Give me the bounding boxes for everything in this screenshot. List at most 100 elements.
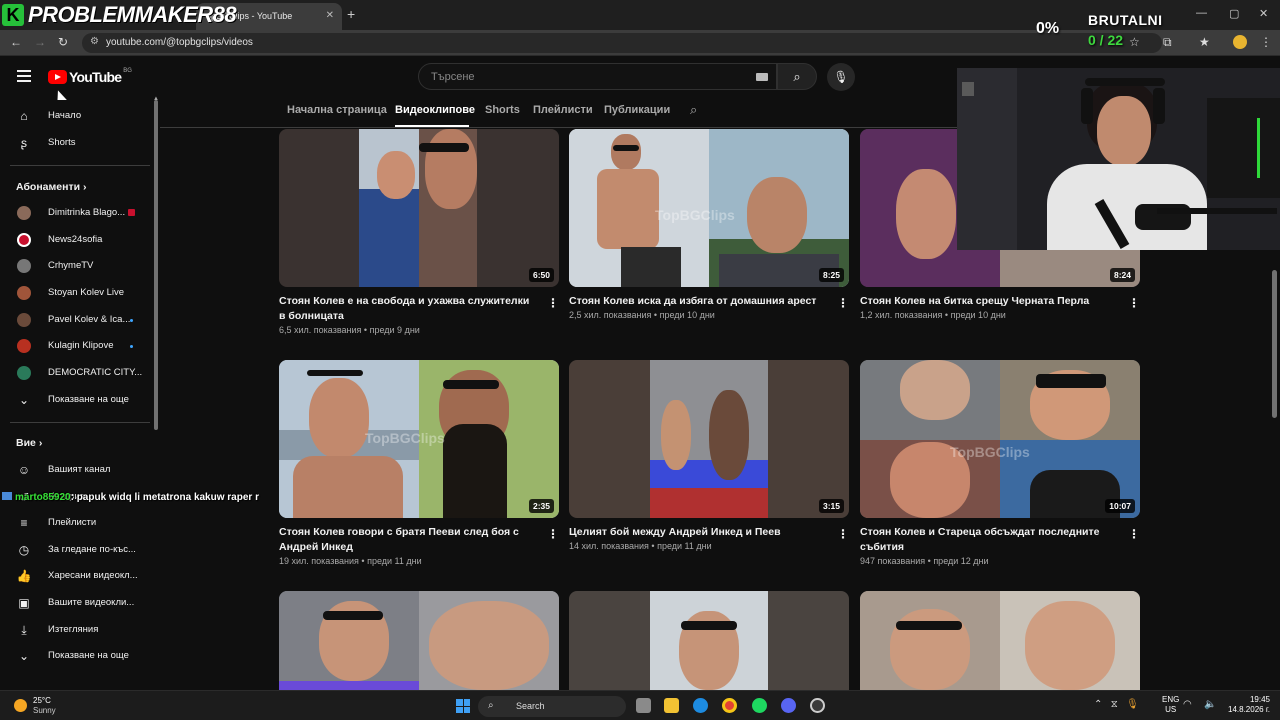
sidebar-item-show-more[interactable]: ⌄ Показване на още <box>0 643 150 669</box>
more-actions-icon[interactable]: ⋮ <box>837 527 849 541</box>
tab-home[interactable]: Начална страница <box>287 104 387 116</box>
extensions-icon[interactable]: ⧉ <box>1163 35 1172 50</box>
search-input[interactable]: Търсене <box>418 63 777 90</box>
video-duration: 2:35 <box>528 499 554 513</box>
sidebar-item-label: Вашите видеокли... <box>48 597 135 608</box>
reload-icon[interactable]: ↻ <box>58 35 68 49</box>
search-button[interactable]: ⌕ <box>777 63 817 90</box>
site-info-icon[interactable]: ⚙ <box>90 36 99 47</box>
weather-description[interactable]: Sunny <box>33 706 56 715</box>
task-view-icon[interactable] <box>636 698 651 713</box>
sun-icon[interactable] <box>14 699 27 712</box>
sidebar-item-subscription[interactable]: Kulagin Klipove <box>0 333 150 359</box>
voice-search-button[interactable]: 🎙 <box>827 63 855 91</box>
sidebar-item-your-channel[interactable]: ☺ Вашият канал <box>0 457 150 483</box>
sidebar-item-subscription[interactable]: Pavel Kolev & Ica... <box>0 307 150 333</box>
sidebar-item-subscription[interactable]: News24sofia <box>0 227 150 253</box>
hamburger-menu-icon[interactable] <box>17 70 31 82</box>
language-indicator[interactable]: ENG US <box>1162 695 1179 715</box>
scroll-up-icon[interactable]: ▲ <box>153 96 159 102</box>
tab-videos[interactable]: Видеоклипове <box>395 104 475 116</box>
chat-text: : papuk widq li metatrona kakuw raper r <box>70 492 259 503</box>
tab-posts[interactable]: Публикации <box>604 104 670 116</box>
sidebar-item-playlists[interactable]: ≡ Плейлисти <box>0 510 150 536</box>
video-thumbnail[interactable]: 415 <box>279 591 559 690</box>
close-tab-icon[interactable]: ✕ <box>326 10 334 21</box>
file-explorer-icon[interactable] <box>664 698 679 713</box>
network-icon[interactable]: ⧖ <box>1111 699 1118 710</box>
sidebar-item-shorts[interactable]: ʂ Shorts <box>0 130 150 156</box>
more-actions-icon[interactable]: ⋮ <box>547 296 559 310</box>
video-title[interactable]: Стоян Колев е на свобода и ухажва служит… <box>279 294 537 324</box>
sidebar-item-subscription[interactable]: CrhymeTV <box>0 253 150 279</box>
sidebar-item-label: Pavel Kolev & Ica... <box>48 314 131 325</box>
youtube-logo[interactable]: YouTube BG <box>48 68 132 85</box>
subscriptions-heading[interactable]: Абонаменти › <box>16 181 87 193</box>
minimize-icon[interactable]: — <box>1196 7 1207 19</box>
video-card[interactable] <box>860 591 1140 690</box>
sidebar-item-subscription[interactable]: Stoyan Kolev Live <box>0 280 150 306</box>
windows-start-icon[interactable] <box>456 699 470 713</box>
maximize-icon[interactable]: ▢ <box>1229 7 1239 20</box>
video-age: преди 11 дни <box>657 541 712 551</box>
weather-temperature[interactable]: 25°C <box>33 696 51 705</box>
taskbar-search[interactable]: ⌕ Search <box>478 696 626 717</box>
chrome-icon[interactable] <box>722 698 737 713</box>
bookmark-star-icon[interactable]: ☆ <box>1129 35 1140 49</box>
spotify-icon[interactable] <box>752 698 767 713</box>
discord-icon[interactable] <box>781 698 796 713</box>
system-tray[interactable]: ⌃ ⧖ 🎙 <box>1094 699 1139 710</box>
sidebar-item-subscription[interactable]: Dimitrinka Blago... <box>0 200 150 226</box>
more-actions-icon[interactable]: ⋮ <box>1128 527 1140 541</box>
video-thumbnail[interactable]: TopBGClips 2:35 <box>279 360 559 518</box>
sidebar-item-liked[interactable]: 👍 Харесани видеокл... <box>0 563 150 589</box>
you-heading[interactable]: Вие › <box>16 437 42 449</box>
page-scrollbar[interactable] <box>1272 270 1277 418</box>
more-actions-icon[interactable]: ⋮ <box>547 527 559 541</box>
sidebar-scrollbar[interactable] <box>154 100 158 430</box>
sidebar-item-subscription[interactable]: DEMOCRATIC CITY... <box>0 360 150 386</box>
tab-playlists[interactable]: Плейлисти <box>533 104 593 116</box>
video-thumbnail[interactable]: TopBGClips 10:07 <box>860 360 1140 518</box>
favorites-icon[interactable]: ★ <box>1199 35 1210 49</box>
video-title[interactable]: Стоян Колев и Стареца обсъждат последнит… <box>860 525 1118 555</box>
video-thumbnail[interactable] <box>569 591 849 690</box>
keyboard-icon[interactable] <box>756 73 768 81</box>
window-close-icon[interactable]: ✕ <box>1259 7 1268 20</box>
more-actions-icon[interactable]: ⋮ <box>1128 296 1140 310</box>
tab-shorts[interactable]: Shorts <box>485 104 520 116</box>
chevron-up-icon[interactable]: ⌃ <box>1094 699 1102 710</box>
sidebar-item-watch-later[interactable]: ◷ За гледане по-къс... <box>0 537 150 563</box>
volume-icon[interactable]: 🔈 <box>1204 699 1216 710</box>
more-actions-icon[interactable]: ⋮ <box>837 296 849 310</box>
video-card[interactable] <box>569 591 849 690</box>
profile-avatar[interactable] <box>1233 35 1247 49</box>
sidebar-item-home[interactable]: ⌂ Начало <box>0 103 150 129</box>
sidebar-item-downloads[interactable]: ⤓ Изтегляния <box>0 617 150 643</box>
video-title[interactable]: Стоян Колев на битка срещу Черната Перла <box>860 294 1118 309</box>
back-icon[interactable]: ← <box>10 35 22 49</box>
video-thumbnail[interactable]: TopBGClips 8:25 <box>569 129 849 287</box>
clock[interactable]: 19:45 14.8.2026 г. <box>1228 695 1270 715</box>
wifi-icon[interactable]: ◠ <box>1183 699 1192 710</box>
sidebar-item-label: Начало <box>48 110 82 121</box>
channel-search-icon[interactable]: ⌕ <box>690 102 697 118</box>
video-card[interactable]: 415 <box>279 591 559 690</box>
video-title[interactable]: Целият бой между Андрей Инкед и Пеев <box>569 525 827 540</box>
video-title[interactable]: Стоян Колев иска да избяга от домашния а… <box>569 294 827 309</box>
video-thumbnail[interactable] <box>860 591 1140 690</box>
forward-icon[interactable]: → <box>34 35 46 49</box>
menu-icon[interactable]: ⋮ <box>1260 35 1272 49</box>
edge-icon[interactable] <box>693 698 708 713</box>
video-thumbnail[interactable]: 6:50 <box>279 129 559 287</box>
your-videos-icon: ▣ <box>18 596 30 610</box>
video-title[interactable]: Стоян Колев говори с братя Пееви след бо… <box>279 525 537 555</box>
sidebar-item-show-more[interactable]: ⌄ Показване на още <box>0 387 150 413</box>
address-bar[interactable]: ⚙ youtube.com/@topbgclips/videos <box>82 33 1162 53</box>
obs-icon[interactable] <box>810 698 825 713</box>
microphone-icon[interactable]: 🎙 <box>1126 699 1139 710</box>
sidebar-item-label: За гледане по-къс... <box>48 544 136 555</box>
sidebar-item-your-videos[interactable]: ▣ Вашите видеокли... <box>0 590 150 616</box>
video-thumbnail[interactable]: 3:15 <box>569 360 849 518</box>
new-tab-icon[interactable]: + <box>347 6 355 22</box>
